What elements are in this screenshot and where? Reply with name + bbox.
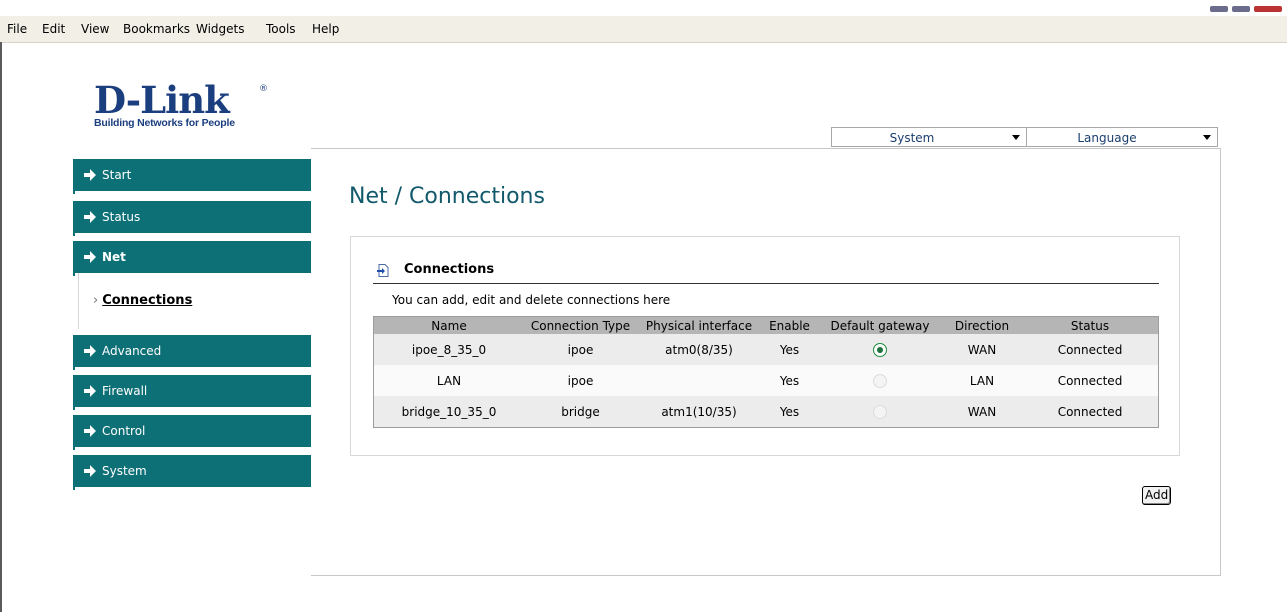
window-left-border xyxy=(0,42,2,612)
logo-registered: ® xyxy=(259,84,268,94)
cell-direction: WAN xyxy=(942,334,1022,365)
cell-status: Connected xyxy=(1022,396,1159,428)
cell-iface: atm1(10/35) xyxy=(637,396,761,428)
chevron-down-icon xyxy=(1012,135,1020,140)
col-direction: Direction xyxy=(942,316,1022,334)
connections-heading: Connections xyxy=(404,262,495,277)
sidebar-item-label: Control xyxy=(102,424,146,438)
page-title: Net / Connections xyxy=(349,184,545,209)
col-physical-interface: Physical interface xyxy=(637,316,761,334)
sidebar-item-label: Status xyxy=(102,210,141,224)
menu-edit[interactable]: Edit xyxy=(42,22,65,36)
sidebar-item-net[interactable]: Net xyxy=(73,241,311,276)
arrow-right-icon xyxy=(84,425,96,437)
menu-tools[interactable]: Tools xyxy=(266,22,296,36)
cell-iface: atm0(8/35) xyxy=(637,334,761,365)
maximize-icon[interactable] xyxy=(1232,6,1250,12)
minimize-icon[interactable] xyxy=(1210,6,1228,12)
sidebar-subitem-label: Connections xyxy=(102,293,193,308)
arrow-right-icon xyxy=(84,465,96,477)
sidebar-item-advanced[interactable]: Advanced xyxy=(73,335,311,370)
connections-description: You can add, edit and delete connections… xyxy=(392,293,671,307)
sidebar-item-label: Net xyxy=(102,250,126,264)
logo-tagline: Building Networks for People xyxy=(94,117,235,129)
system-select-label: System xyxy=(889,131,935,145)
cell-name[interactable]: bridge_10_35_0 xyxy=(373,396,524,428)
table-row[interactable]: LAN ipoe Yes LAN Connected xyxy=(373,365,1159,396)
menu-bookmarks[interactable]: Bookmarks xyxy=(123,22,190,36)
cell-status: Connected xyxy=(1022,365,1159,396)
add-button[interactable]: Add xyxy=(1142,486,1172,505)
sidebar-item-control[interactable]: Control xyxy=(73,415,311,450)
cell-enable: Yes xyxy=(761,396,818,428)
cell-direction: WAN xyxy=(942,396,1022,428)
cell-default-gateway xyxy=(818,334,942,365)
cell-enable: Yes xyxy=(761,365,818,396)
sidebar-item-firewall[interactable]: Firewall xyxy=(73,375,311,410)
language-select[interactable]: Language xyxy=(1026,127,1218,147)
cell-name[interactable]: ipoe_8_35_0 xyxy=(373,334,524,365)
default-gateway-radio xyxy=(873,404,887,419)
col-connection-type: Connection Type xyxy=(524,316,637,334)
cell-enable: Yes xyxy=(761,334,818,365)
arrow-right-icon xyxy=(84,251,96,263)
col-status: Status xyxy=(1022,316,1159,334)
sidebar-item-start[interactable]: Start xyxy=(73,159,311,194)
chevron-right-icon: › xyxy=(93,293,99,308)
cell-default-gateway xyxy=(818,396,942,428)
menu-help[interactable]: Help xyxy=(312,22,339,36)
arrow-right-icon xyxy=(84,169,96,181)
default-gateway-radio xyxy=(873,373,887,388)
arrow-right-icon xyxy=(84,385,96,397)
menu-bar: File Edit View Bookmarks Widgets Tools H… xyxy=(0,16,1287,43)
col-default-gateway: Default gateway xyxy=(818,316,942,334)
cell-name[interactable]: LAN xyxy=(373,365,524,396)
sidebar-item-status[interactable]: Status xyxy=(73,201,311,236)
arrow-right-icon xyxy=(84,211,96,223)
chevron-down-icon xyxy=(1203,135,1211,140)
document-arrow-icon xyxy=(377,264,389,277)
col-name: Name xyxy=(373,316,524,334)
menu-file[interactable]: File xyxy=(7,22,27,36)
logo-brand: D-Link xyxy=(94,78,230,122)
table-header-row: Name Connection Type Physical interface … xyxy=(373,316,1159,334)
system-select[interactable]: System xyxy=(831,127,1027,147)
cell-direction: LAN xyxy=(942,365,1022,396)
arrow-right-icon xyxy=(84,345,96,357)
menu-widgets[interactable]: Widgets xyxy=(196,22,245,36)
cell-type: ipoe xyxy=(524,365,637,396)
connections-table: Name Connection Type Physical interface … xyxy=(373,316,1159,428)
heading-divider xyxy=(373,283,1159,284)
close-icon[interactable] xyxy=(1254,6,1282,12)
sidebar-subitem-connections[interactable]: › Connections xyxy=(93,293,192,308)
cell-iface xyxy=(637,365,761,396)
sidebar-item-system[interactable]: System xyxy=(73,455,311,490)
sidebar-item-label: Firewall xyxy=(102,384,148,398)
dlink-logo: D-Link ® Building Networks for People xyxy=(94,78,268,130)
window-top-strip xyxy=(0,0,1287,16)
sidebar-item-label: Advanced xyxy=(102,344,162,358)
cell-type: bridge xyxy=(524,396,637,428)
cell-type: ipoe xyxy=(524,334,637,365)
cell-status: Connected xyxy=(1022,334,1159,365)
col-enable: Enable xyxy=(761,316,818,334)
table-row[interactable]: ipoe_8_35_0 ipoe atm0(8/35) Yes WAN Conn… xyxy=(373,334,1159,365)
menu-view[interactable]: View xyxy=(81,22,109,36)
table-row[interactable]: bridge_10_35_0 bridge atm1(10/35) Yes WA… xyxy=(373,396,1159,428)
default-gateway-radio[interactable] xyxy=(873,342,887,357)
sidebar-item-label: System xyxy=(102,464,147,478)
sidebar-item-label: Start xyxy=(102,168,132,182)
language-select-label: Language xyxy=(1077,131,1137,145)
cell-default-gateway xyxy=(818,365,942,396)
